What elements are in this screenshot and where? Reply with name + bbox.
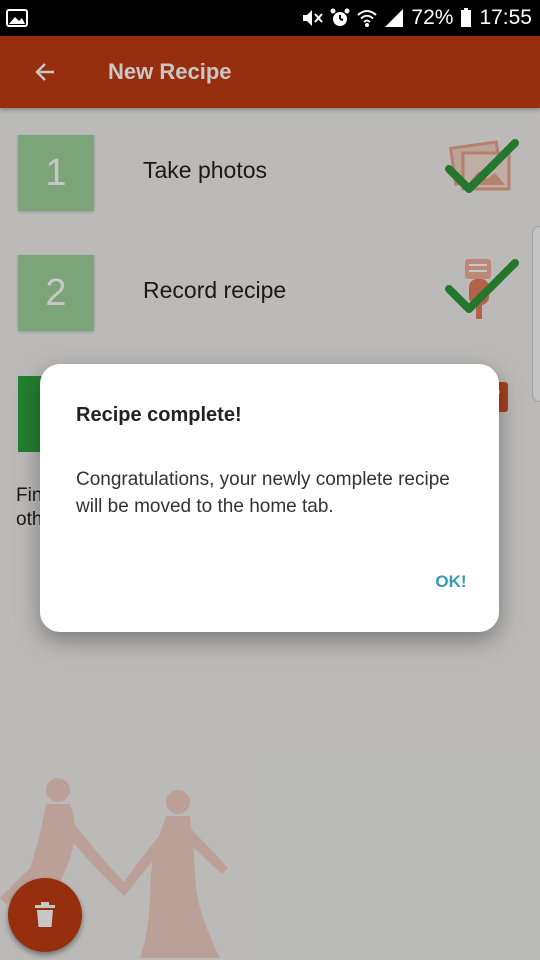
ok-button[interactable]: OK! bbox=[428, 568, 474, 596]
status-bar: 72% 17:55 bbox=[0, 0, 540, 36]
battery-label: 72% bbox=[411, 6, 454, 29]
image-icon bbox=[6, 9, 28, 27]
dialog-message: Congratulations, your newly complete rec… bbox=[76, 469, 450, 517]
mute-icon bbox=[301, 8, 324, 28]
dialog-title: Recipe complete! bbox=[76, 404, 242, 426]
recipe-complete-dialog: Recipe complete! Congratulations, your n… bbox=[40, 364, 499, 632]
battery-icon bbox=[460, 8, 472, 28]
clock: 17:55 bbox=[479, 6, 532, 29]
signal-icon bbox=[384, 8, 404, 28]
wifi-icon bbox=[357, 8, 378, 28]
alarm-icon bbox=[330, 8, 350, 28]
